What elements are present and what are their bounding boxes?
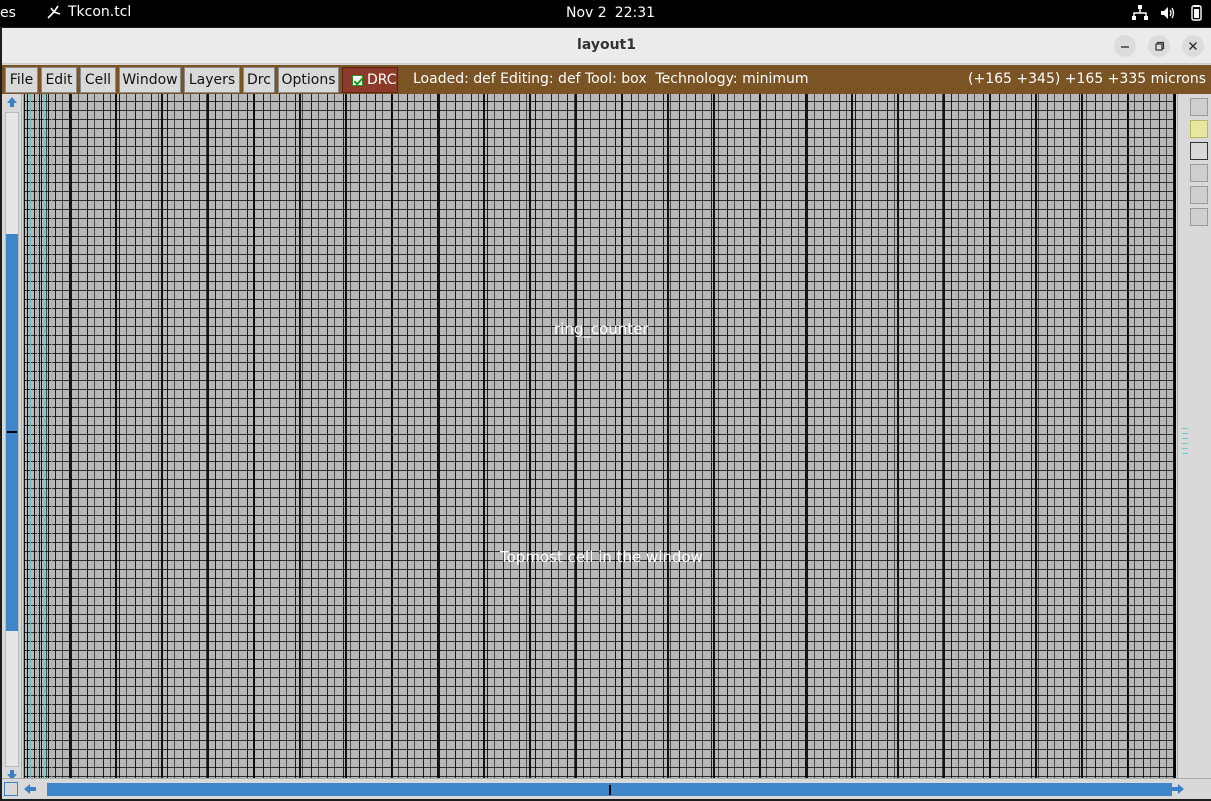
menu-options[interactable]: Options <box>278 67 339 93</box>
menu-layers[interactable]: Layers <box>184 67 240 93</box>
menu-file[interactable]: File <box>5 67 38 93</box>
battery-icon[interactable] <box>1187 4 1205 22</box>
clock[interactable]: Nov 2 22:31 <box>566 5 655 21</box>
drc-toggle-label: DRC <box>367 72 397 88</box>
status-text: Loaded: def Editing: def Tool: box Techn… <box>413 71 809 87</box>
minimize-button[interactable] <box>1114 35 1136 57</box>
toolbar-button-1[interactable] <box>1190 98 1208 116</box>
system-top-bar: es Tkcon.tcl Nov 2 22:31 <box>0 0 1211 27</box>
toolbar-button-6[interactable] <box>1190 208 1208 226</box>
layout-canvas[interactable]: ring_counter Topmost cell in the window <box>23 94 1176 786</box>
menu-cell[interactable]: Cell <box>80 67 116 93</box>
toolbar-button-4[interactable] <box>1190 164 1208 182</box>
menu-edit[interactable]: Edit <box>41 67 77 93</box>
layer-toolbar <box>1177 94 1211 786</box>
scroll-right-icon[interactable] <box>1170 781 1186 797</box>
menu-drc[interactable]: Drc <box>243 67 275 93</box>
vertical-scroll-marker <box>7 431 17 433</box>
clock-date: Nov 2 <box>566 5 607 21</box>
cell-name-label: ring_counter <box>554 320 649 338</box>
scroll-up-icon[interactable] <box>5 95 19 109</box>
toolbar-button-5[interactable] <box>1190 186 1208 204</box>
drc-checkbox-icon[interactable] <box>352 74 363 86</box>
toolbar-button-2[interactable] <box>1190 120 1208 138</box>
app-menu[interactable]: Tkcon.tcl <box>46 4 131 20</box>
volume-icon[interactable] <box>1159 4 1177 22</box>
close-button[interactable] <box>1182 35 1204 57</box>
restore-icon <box>1155 41 1165 51</box>
maximize-button[interactable] <box>1148 35 1170 57</box>
app-name: Tkcon.tcl <box>68 4 132 20</box>
toolbar-button-3[interactable] <box>1190 142 1208 160</box>
system-tray[interactable] <box>1131 4 1205 22</box>
vertical-scrollbar[interactable] <box>2 94 22 786</box>
minimize-icon <box>1121 46 1129 48</box>
layer-indicator <box>1182 428 1188 454</box>
layout-edge-band <box>23 94 55 786</box>
window-title: layout1 <box>577 37 636 53</box>
topmost-cell-label: Topmost cell in the window <box>500 548 703 566</box>
scroll-left-icon[interactable] <box>22 781 38 797</box>
close-icon <box>1188 41 1198 51</box>
tkcon-app-icon <box>46 4 62 20</box>
canvas-right-edge <box>1174 94 1176 786</box>
drc-toggle[interactable]: DRC <box>342 67 398 93</box>
clock-time: 22:31 <box>614 5 656 21</box>
window-titlebar[interactable]: layout1 <box>2 28 1211 64</box>
menu-bar: File Edit Cell Window Layers Drc Options… <box>2 65 1211 94</box>
magic-layout-window: layout1 File Edit Cell Window Layers Drc… <box>2 28 1211 799</box>
menu-window[interactable]: Window <box>119 67 181 93</box>
zoom-box-icon[interactable] <box>4 782 18 796</box>
activities-button[interactable]: es <box>0 5 16 21</box>
horizontal-scrollbar[interactable] <box>2 778 1211 799</box>
horizontal-scroll-marker <box>609 785 611 795</box>
network-icon[interactable] <box>1131 4 1149 22</box>
cursor-coordinates: (+165 +345) +165 +335 microns <box>968 71 1206 87</box>
